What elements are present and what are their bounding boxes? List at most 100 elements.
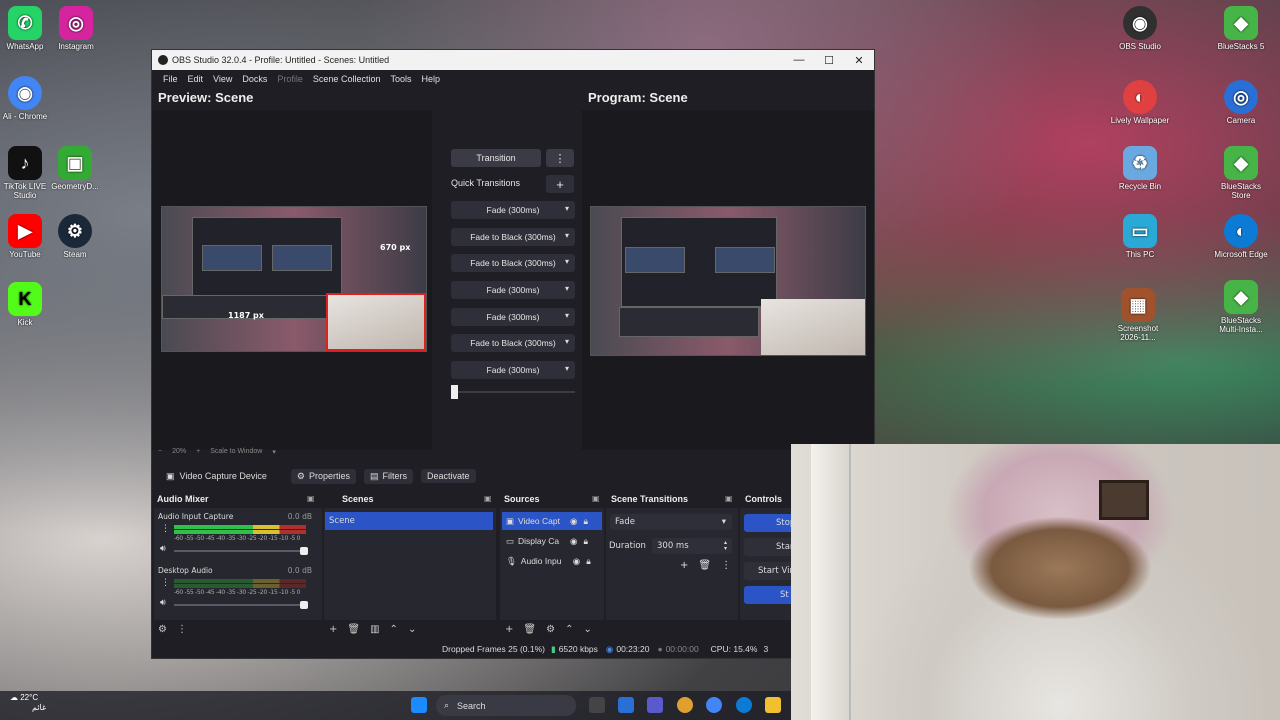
lock-icon[interactable]: 🔒︎ xyxy=(583,516,588,527)
gear-icon[interactable]: ⚙ xyxy=(546,624,555,635)
volume-slider-handle[interactable] xyxy=(300,601,308,609)
add-quick-transition-icon[interactable]: + xyxy=(546,175,574,193)
maximize-icon[interactable]: ☐ xyxy=(814,54,844,67)
desktop-icon-geometry-dash[interactable]: ▣ GeometryD... xyxy=(45,146,105,191)
menu-edit[interactable]: Edit xyxy=(183,74,209,84)
menu-profile[interactable]: Profile xyxy=(272,74,308,84)
close-icon[interactable]: ✕ xyxy=(844,54,874,67)
menu-view[interactable]: View xyxy=(208,74,237,84)
quick-transition-item[interactable]: Fade to Black (300ms) ▾ xyxy=(451,228,575,246)
window-titlebar[interactable]: OBS Studio 32.0.4 - Profile: Untitled - … xyxy=(152,50,874,70)
volume-slider-handle[interactable] xyxy=(300,547,308,555)
context-source: ▣ Video Capture Device xyxy=(160,469,273,484)
file-explorer-icon[interactable] xyxy=(765,697,781,713)
duration-spinbox[interactable]: 300 ms ▴ ▾ xyxy=(652,538,732,554)
task-view-icon[interactable] xyxy=(589,697,605,713)
source-item[interactable]: 🎙︎ Audio Inpu ◉ 🔒︎ xyxy=(502,552,602,570)
transition-select[interactable]: Fade ▾ xyxy=(610,514,732,530)
channel-menu-icon[interactable]: ⋮ xyxy=(161,578,170,588)
dock-float-icon[interactable]: ▣ xyxy=(484,494,492,503)
add-icon[interactable]: + xyxy=(329,624,337,635)
zoom-out-icon[interactable]: − xyxy=(158,448,162,456)
move-up-icon[interactable]: ⌃ xyxy=(390,624,398,635)
quick-transition-item[interactable]: Fade to Black (300ms) ▾ xyxy=(451,334,575,352)
trash-icon[interactable]: 🗑︎ xyxy=(347,624,360,635)
eye-icon[interactable]: ◉ xyxy=(573,556,580,567)
volume-slider[interactable] xyxy=(174,547,308,555)
speaker-icon[interactable]: 🔊︎ xyxy=(160,598,166,608)
weather-widget[interactable]: ☁ 22°C غائم xyxy=(10,693,46,713)
dock-float-icon[interactable]: ▣ xyxy=(592,494,600,503)
transition-button[interactable]: Transition xyxy=(451,149,541,167)
store-icon[interactable] xyxy=(618,697,634,713)
taskbar-search[interactable]: ⌕ Search xyxy=(436,695,576,716)
speaker-icon[interactable]: 🔊︎ xyxy=(160,544,166,554)
desktop-icon-steam[interactable]: ⚙ Steam xyxy=(45,214,105,259)
desktop-icon-screenshot[interactable]: ▦ Screenshot 2026-11... xyxy=(1108,288,1168,342)
move-down-icon[interactable]: ⌄ xyxy=(408,624,416,635)
desktop-icon-bluestacks-store[interactable]: ◆ BlueStacks Store xyxy=(1211,146,1271,200)
quick-transition-item[interactable]: Fade (300ms) ▾ xyxy=(451,201,575,219)
chrome-icon[interactable] xyxy=(706,697,722,713)
quick-transition-item[interactable]: Fade to Black (300ms) ▾ xyxy=(451,254,575,272)
properties-button[interactable]: ⚙ Properties xyxy=(290,468,357,484)
menu-tools[interactable]: Tools xyxy=(385,74,416,84)
scene-filters-icon[interactable]: ▥ xyxy=(370,624,379,635)
edge-icon[interactable] xyxy=(736,697,752,713)
add-icon[interactable]: + xyxy=(505,624,513,635)
dock-float-icon[interactable]: ▣ xyxy=(725,494,733,503)
lock-icon[interactable]: 🔒︎ xyxy=(583,536,588,547)
desktop-icon-bluestacks-multi[interactable]: ◆ BlueStacks Multi-Insta... xyxy=(1211,280,1271,334)
volume-slider[interactable] xyxy=(174,601,308,609)
transition-menu-icon[interactable]: ⋮ xyxy=(721,560,731,571)
source-item[interactable]: ▭ Display Ca ◉ 🔒︎ xyxy=(502,532,602,550)
dock-float-icon[interactable]: ▣ xyxy=(307,494,315,503)
desktop-icon-edge[interactable]: ◐ Microsoft Edge xyxy=(1211,214,1271,259)
quick-transition-item[interactable]: Fade (300ms) ▾ xyxy=(451,361,575,379)
preview-canvas[interactable]: 1187 px 670 px xyxy=(152,110,432,450)
scale-mode[interactable]: Scale to Window xyxy=(210,448,262,456)
chevron-down-icon[interactable]: ▾ xyxy=(272,448,276,456)
transition-slider[interactable] xyxy=(451,385,575,399)
transition-menu-icon[interactable]: ⋮ xyxy=(546,149,574,167)
preview-webcam-source[interactable] xyxy=(326,293,426,351)
desktop-icon-lively[interactable]: ◐ Lively Wallpaper xyxy=(1110,80,1170,125)
trash-icon[interactable]: 🗑︎ xyxy=(523,624,536,635)
desktop-icon-this-pc[interactable]: ▭ This PC xyxy=(1110,214,1170,259)
windows-start-icon[interactable] xyxy=(411,697,427,713)
move-up-icon[interactable]: ⌃ xyxy=(565,624,573,635)
desktop-icon-recycle-bin[interactable]: ♻ Recycle Bin xyxy=(1110,146,1170,191)
desktop-icon-obs[interactable]: ◉ OBS Studio xyxy=(1110,6,1170,51)
menu-file[interactable]: File xyxy=(158,74,183,84)
chrome-icon[interactable] xyxy=(677,697,693,713)
desktop-icon-camera[interactable]: ◎ Camera xyxy=(1211,80,1271,125)
filters-button[interactable]: ▤ Filters xyxy=(364,468,414,484)
desktop-icon-instagram[interactable]: ◎ Instagram xyxy=(46,6,106,51)
zoom-in-icon[interactable]: + xyxy=(196,448,200,456)
eye-icon[interactable]: ◉ xyxy=(570,536,577,547)
menu-help[interactable]: Help xyxy=(416,74,445,84)
quick-transition-item[interactable]: Fade (300ms) ▾ xyxy=(451,308,575,326)
move-down-icon[interactable]: ⌄ xyxy=(583,624,591,635)
desktop-icon-bluestacks[interactable]: ◆ BlueStacks 5 xyxy=(1211,6,1271,51)
source-item[interactable]: ▣ Video Capt ◉ 🔒︎ xyxy=(502,512,602,530)
spin-arrows-icon[interactable]: ▴ ▾ xyxy=(724,540,727,552)
scene-list-item[interactable]: Scene xyxy=(325,512,493,530)
desktop-icon-chrome[interactable]: ◉ Ali - Chrome xyxy=(0,76,55,121)
source-name: Display Ca xyxy=(518,536,560,546)
trash-icon[interactable]: 🗑︎ xyxy=(698,560,711,571)
quick-transition-item[interactable]: Fade (300ms) ▾ xyxy=(451,281,575,299)
mixer-menu-icon[interactable]: ⋮ xyxy=(177,624,187,635)
app-icon[interactable] xyxy=(647,697,663,713)
advanced-audio-gear-icon[interactable]: ⚙ xyxy=(158,624,167,635)
menu-docks[interactable]: Docks xyxy=(237,74,272,84)
desktop-icon-kick[interactable]: K Kick xyxy=(0,282,55,327)
menu-scene-collection[interactable]: Scene Collection xyxy=(308,74,386,84)
transition-slider-handle[interactable] xyxy=(451,385,458,399)
deactivate-button[interactable]: Deactivate xyxy=(421,469,476,483)
add-icon[interactable]: + xyxy=(680,560,688,571)
lock-icon[interactable]: 🔒︎ xyxy=(586,556,591,567)
eye-icon[interactable]: ◉ xyxy=(570,516,577,527)
minimize-icon[interactable]: — xyxy=(784,54,814,67)
channel-menu-icon[interactable]: ⋮ xyxy=(161,524,170,534)
